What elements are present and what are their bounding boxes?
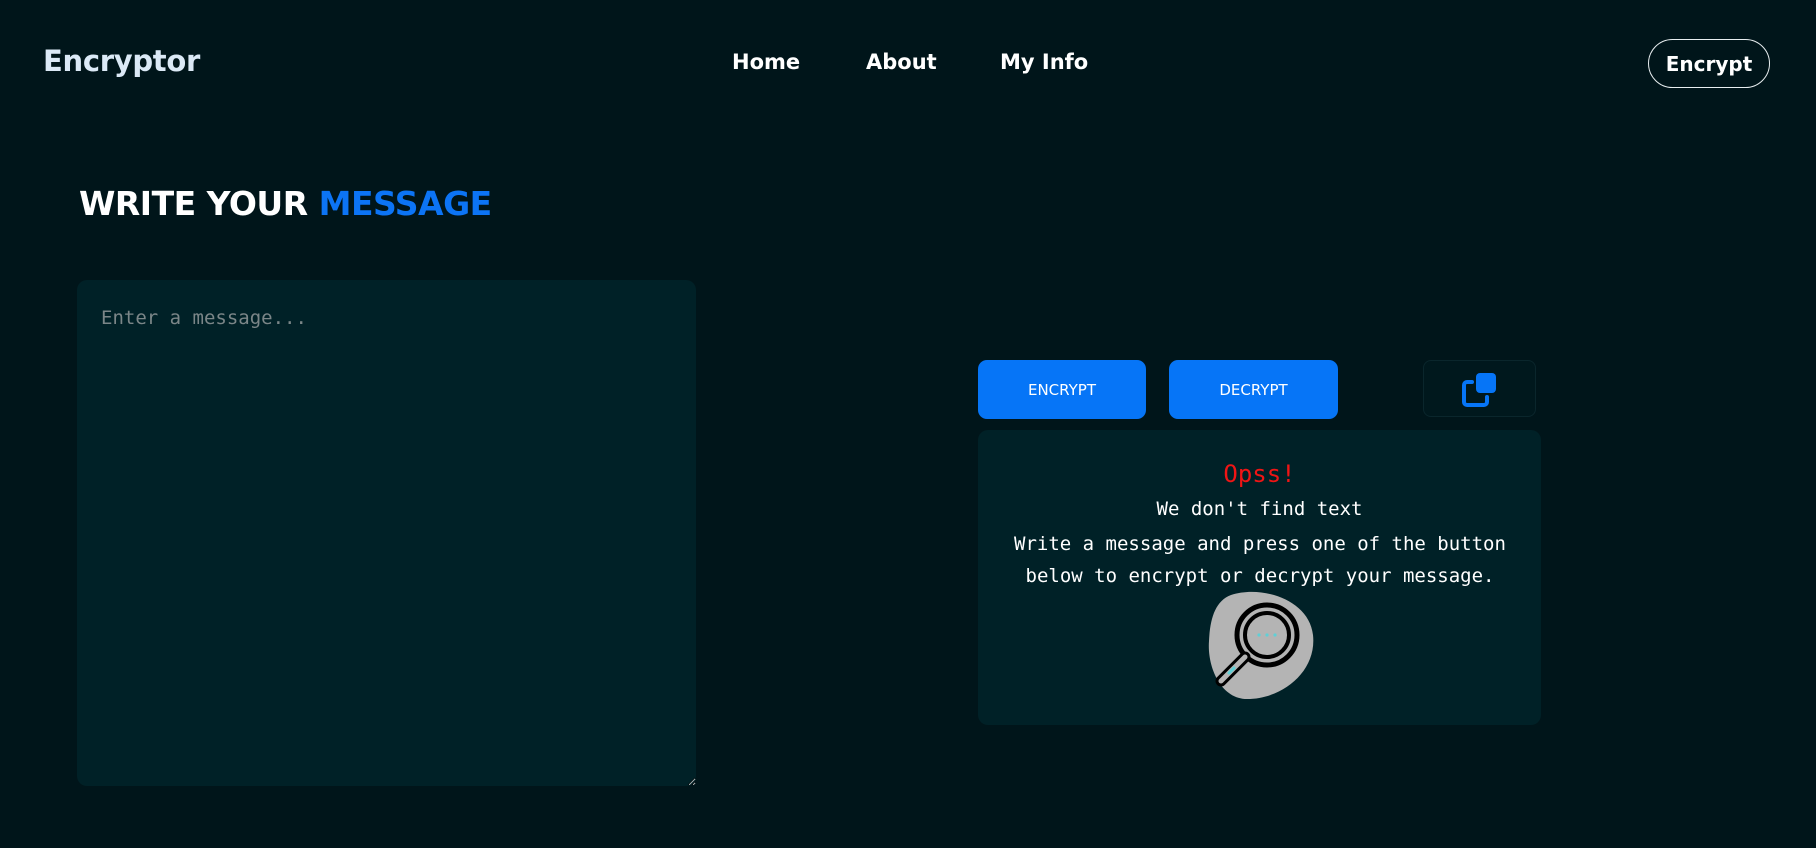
empty-state-description: Write a message and press one of the but…	[1014, 533, 1506, 587]
decrypt-button[interactable]: DECRYPT	[1169, 360, 1338, 419]
copy-icon	[1462, 373, 1496, 407]
header-encrypt-button[interactable]: Encrypt	[1648, 39, 1770, 88]
copy-button[interactable]	[1423, 360, 1536, 417]
empty-state-title: Opss!	[1223, 460, 1296, 488]
nav-about-link[interactable]: About	[866, 50, 937, 74]
page-title-accent: MESSAGE	[318, 184, 493, 223]
page-title-text: WRITE YOUR	[79, 184, 308, 223]
nav-my-info-link[interactable]: My Info	[1000, 50, 1088, 74]
encrypt-button[interactable]: ENCRYPT	[978, 360, 1146, 419]
message-input[interactable]	[77, 280, 696, 786]
output-panel: Opss! We don't find text Write a message…	[978, 430, 1541, 725]
magnifier-icon	[1208, 591, 1314, 699]
main-nav: Home About My Info	[0, 50, 1816, 80]
empty-state-subtitle: We don't find text	[1156, 498, 1363, 520]
nav-home-link[interactable]: Home	[732, 50, 800, 74]
page-title: WRITE YOUR MESSAGE	[79, 184, 492, 223]
